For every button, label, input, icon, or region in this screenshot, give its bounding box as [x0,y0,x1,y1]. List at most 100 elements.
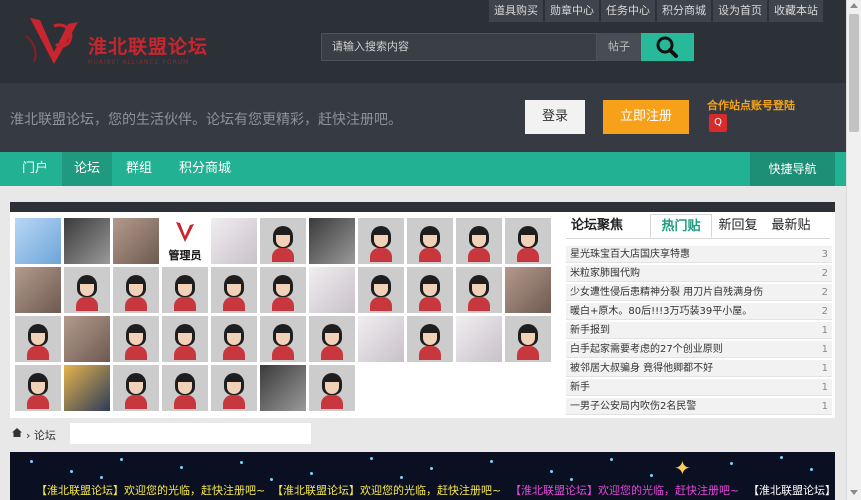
admin-avatar[interactable]: 管理员 [162,218,208,264]
member-avatar[interactable] [407,218,453,264]
login-button[interactable]: 登录 [525,100,585,134]
scroll-thumb[interactable] [849,14,859,132]
member-avatar[interactable] [260,316,306,362]
breadcrumb-forum-link[interactable]: › 论坛 [26,427,56,443]
member-avatar[interactable] [162,365,208,411]
default-avatar-icon [370,297,392,311]
welcome-bar: 淮北联盟论坛，您的生活伙伴。论坛有您更精彩，赶快注册吧。 登录 立即注册 合作站… [0,83,861,152]
register-button[interactable]: 立即注册 [603,100,689,134]
default-avatar-icon [223,297,245,311]
welcome-banner: ✦ 【淮北联盟论坛】欢迎您的光临，赶快注册吧~ 【淮北联盟论坛】欢迎您的光临，赶… [10,452,835,500]
member-avatar[interactable] [113,218,159,264]
member-avatar[interactable] [162,267,208,313]
default-avatar-icon [321,346,343,360]
scroll-up-arrow-icon[interactable] [850,3,858,8]
star-icon [180,466,183,469]
nav-item-portal[interactable]: 门户 [10,152,60,186]
member-avatar[interactable] [211,316,257,362]
quick-nav-button[interactable]: 快捷导航 [750,152,835,186]
member-avatar[interactable] [113,316,159,362]
member-avatar[interactable] [64,267,110,313]
search-button[interactable] [641,33,694,61]
partner-login-link[interactable]: 合作站点账号登陆 [707,97,795,113]
star-icon [100,476,103,479]
member-avatar[interactable] [15,365,61,411]
member-avatar[interactable] [211,267,257,313]
member-avatar[interactable] [64,218,110,264]
member-avatar[interactable] [456,267,502,313]
list-item[interactable]: 白手起家需要考虑的27个创业原则 1 [566,341,832,358]
member-avatar[interactable] [64,365,110,411]
star-icon [400,476,403,479]
banner-message: 【淮北联盟论坛】欢迎您的光临，赶快注册吧~ [272,484,502,497]
toplink-tasks[interactable]: 任务中心 [601,0,655,22]
tab-new-replies[interactable]: 新回复 [712,214,764,238]
member-avatar[interactable] [64,316,110,362]
member-avatar[interactable] [260,267,306,313]
member-avatar[interactable] [505,316,551,362]
search-type-select[interactable]: 帖子 [597,33,641,61]
page-scrollbar[interactable] [846,0,861,500]
member-avatar[interactable] [15,316,61,362]
banner-message: 【淮北联盟论坛】欢迎您的光临，赶快注册吧~ [36,484,266,497]
default-avatar-icon [321,395,343,409]
default-avatar-icon [174,395,196,409]
member-avatar[interactable] [211,365,257,411]
nav-item-points-mall[interactable]: 积分商城 [170,152,240,186]
toplink-medals[interactable]: 勋章中心 [545,0,599,22]
member-avatar[interactable] [15,267,61,313]
member-avatar[interactable] [162,316,208,362]
toplink-set-homepage[interactable]: 设为首页 [713,0,767,22]
member-avatar[interactable] [505,267,551,313]
banner-message: 【淮北联盟论坛】欢迎您的光临，赶快注册吧~ [510,484,740,497]
member-avatar[interactable] [15,218,61,264]
list-item[interactable]: 一男子公安局内吹伤2名民警 1 [566,398,832,415]
list-item[interactable]: 星光珠宝百大店国庆享特惠 3 [566,246,832,263]
default-avatar-icon [517,248,539,262]
member-avatar[interactable] [113,365,159,411]
search-input[interactable]: 请输入搜索内容 [321,33,597,61]
member-avatar[interactable] [407,267,453,313]
member-avatar[interactable] [113,267,159,313]
toplink-props[interactable]: 道具购买 [489,0,543,22]
list-item[interactable]: 新手 1 [566,379,832,396]
site-logo[interactable]: 淮北联盟论坛 HUAIBEI ALLIANCE FORUM [24,12,224,72]
welcome-message: 淮北联盟论坛，您的生活伙伴。论坛有您更精彩，赶快注册吧。 [10,112,402,128]
toplink-bookmark[interactable]: 收藏本站 [769,0,823,22]
member-avatar[interactable] [260,218,306,264]
member-avatar[interactable] [309,218,355,264]
default-avatar-icon [517,346,539,360]
list-item[interactable]: 被邻居大叔骗身 竟得他卿都不好 1 [566,360,832,377]
default-avatar-icon [125,346,147,360]
qq-login-icon[interactable]: Q [709,114,727,132]
member-avatar[interactable] [407,316,453,362]
member-avatar[interactable] [260,365,306,411]
default-avatar-icon [419,346,441,360]
star-icon [310,472,313,475]
nav-item-groups[interactable]: 群组 [114,152,164,186]
list-item[interactable]: 少女遭性侵后患精神分裂 用刀片自残满身伤 2 [566,284,832,301]
tab-hot-posts[interactable]: 热门贴 [650,214,712,238]
member-avatar[interactable] [309,316,355,362]
default-avatar-icon [223,346,245,360]
list-item[interactable]: 米粒家肺囤代购 2 [566,265,832,282]
nav-item-forum[interactable]: 论坛 [62,152,112,186]
member-avatar[interactable] [358,218,404,264]
member-avatar[interactable] [309,365,355,411]
member-avatar[interactable] [309,267,355,313]
list-item[interactable]: 新手报到 1 [566,322,832,339]
scroll-down-arrow-icon[interactable] [850,490,858,495]
default-avatar-icon [76,297,98,311]
toplink-points-mall[interactable]: 积分商城 [657,0,711,22]
member-avatar[interactable] [505,218,551,264]
star-icon [30,460,33,463]
member-avatar[interactable] [358,267,404,313]
member-avatar[interactable] [456,316,502,362]
star-icon [730,462,733,465]
member-avatar[interactable] [358,316,404,362]
member-avatar[interactable] [211,218,257,264]
list-item[interactable]: 暖白+原木。80后!!!3万巧装39平小屋。 2 [566,303,832,320]
member-avatar[interactable] [456,218,502,264]
tab-latest-posts[interactable]: 最新贴 [764,214,818,238]
home-icon[interactable] [12,428,22,437]
